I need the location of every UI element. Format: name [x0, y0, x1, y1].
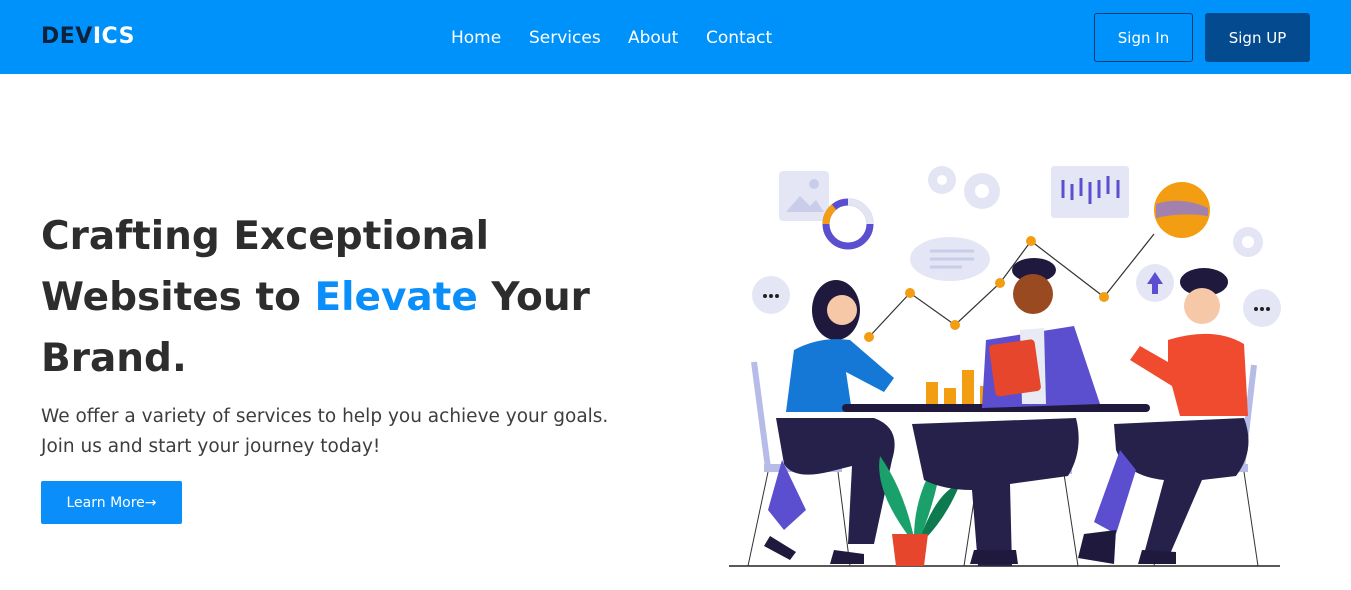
hero-title: Crafting Exceptional Websites to Elevate… — [41, 206, 661, 389]
sign-up-button[interactable]: Sign UP — [1205, 13, 1310, 62]
learn-more-label: Learn More — [66, 494, 145, 511]
sign-in-button[interactable]: Sign In — [1094, 13, 1193, 62]
hero-title-accent: Elevate — [314, 275, 478, 320]
person-left — [764, 280, 895, 564]
learn-more-button[interactable]: Learn More → — [41, 481, 182, 524]
bar-chart-card-icon — [1051, 166, 1129, 218]
hero-title-line3: Brand. — [41, 336, 187, 381]
nav-home[interactable]: Home — [451, 26, 501, 50]
person-right — [1078, 268, 1249, 564]
hero-subtitle: We offer a variety of services to help y… — [41, 402, 661, 462]
hero-title-line2-suffix: Your — [477, 275, 590, 320]
nav-services[interactable]: Services — [529, 26, 601, 50]
hero-subtitle-line1: We offer a variety of services to help y… — [41, 406, 609, 427]
hero-subtitle-line2: Join us and start your journey today! — [41, 436, 381, 457]
tablet-icon — [989, 339, 1041, 397]
planet-icon — [1154, 182, 1210, 238]
image-icon — [779, 171, 829, 221]
trend-line — [864, 233, 1155, 342]
team-meeting-illustration — [729, 166, 1281, 567]
mini-bar-chart — [926, 370, 992, 404]
hero-title-line1: Crafting Exceptional — [41, 214, 489, 259]
donut-chart-icon — [822, 198, 874, 250]
hero-title-line2-prefix: Websites to — [41, 275, 315, 320]
navbar: DEVICS Home Services About Contact Sign … — [0, 0, 1351, 74]
nav-about[interactable]: About — [628, 26, 678, 50]
nav-contact[interactable]: Contact — [706, 26, 772, 50]
arrow-right-icon: → — [144, 494, 157, 511]
